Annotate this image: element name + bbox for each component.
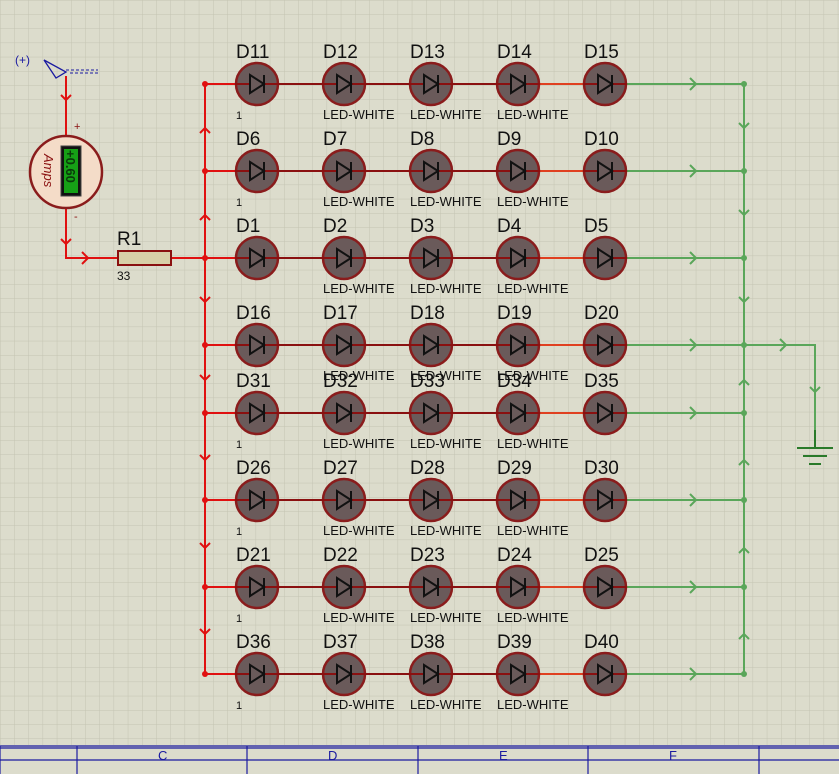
led-sublabel: LED-WHITE — [323, 610, 395, 625]
led-ref: D39 — [497, 632, 532, 653]
led-ref: D17 — [323, 303, 358, 324]
led-ref: D7 — [323, 129, 347, 150]
led-sublabel: LED-WHITE — [497, 523, 569, 538]
led-ref: D19 — [497, 303, 532, 324]
led-ref: D6 — [236, 129, 260, 150]
led-sublabel: LED-WHITE — [323, 697, 395, 712]
junction-dot — [202, 671, 208, 677]
led-ref: D4 — [497, 216, 522, 237]
ammeter-plus-label: + — [74, 121, 80, 133]
led-ref: D11 — [236, 42, 269, 63]
led-sublabel: 1 — [236, 526, 242, 538]
led-ref: D29 — [497, 458, 532, 479]
led-ref: D30 — [584, 458, 619, 479]
led-sublabel: LED-WHITE — [410, 523, 482, 538]
led-sublabel: 1 — [236, 613, 242, 625]
led-sublabel: LED-WHITE — [497, 697, 569, 712]
drawing-frame: C D E F — [0, 745, 839, 774]
junction-dot — [741, 168, 747, 174]
led-ref: D22 — [323, 545, 358, 566]
junction-dot — [202, 497, 208, 503]
ammeter-reading: +0.60 — [63, 150, 78, 183]
led-ref: D1 — [236, 216, 260, 237]
resistor-value: 33 — [117, 269, 131, 283]
led-ref: D35 — [584, 371, 619, 392]
junction-dot — [741, 410, 747, 416]
junction-dot — [202, 584, 208, 590]
led-ref: D26 — [236, 458, 271, 479]
led-sublabel: 1 — [236, 700, 242, 712]
frame-column-label: D — [328, 748, 337, 763]
led-sublabel: 1 — [236, 439, 242, 451]
junction-dot — [202, 168, 208, 174]
led-ref: D27 — [323, 458, 358, 479]
led-ref: D23 — [410, 545, 445, 566]
led-sublabel: LED-WHITE — [497, 107, 569, 122]
led-ref: D5 — [584, 216, 608, 237]
led-ref: D20 — [584, 303, 619, 324]
led-sublabel: LED-WHITE — [497, 194, 569, 209]
led-sublabel: LED-WHITE — [323, 523, 395, 538]
led-ref: D18 — [410, 303, 445, 324]
resistor-ref: R1 — [117, 229, 141, 250]
led-ref: D38 — [410, 632, 445, 653]
probe-label: (+) — [15, 53, 30, 67]
junction-dot — [202, 342, 208, 348]
junction-dot — [741, 497, 747, 503]
led-sublabel: 1 — [236, 110, 242, 122]
led-sublabel: LED-WHITE — [497, 281, 569, 296]
frame-column-label: F — [669, 748, 677, 763]
led-ref: D25 — [584, 545, 619, 566]
junction-dot — [202, 81, 208, 87]
led-sublabel: LED-WHITE — [323, 436, 395, 451]
led-ref: D40 — [584, 632, 619, 653]
led-ref: D8 — [410, 129, 434, 150]
frame-column-label: E — [499, 748, 508, 763]
junction-dot — [741, 81, 747, 87]
led-ref: D15 — [584, 42, 619, 63]
led-sublabel: LED-WHITE — [410, 436, 482, 451]
led-sublabel: 1 — [236, 197, 242, 209]
led-sublabel: LED-WHITE — [323, 281, 395, 296]
led-ref: D10 — [584, 129, 619, 150]
led-ref: D21 — [236, 545, 271, 566]
ammeter-minus-label: - — [74, 211, 78, 223]
junction-dot — [202, 255, 208, 261]
led-ref: D31 — [236, 371, 271, 392]
led-ref: D3 — [410, 216, 434, 237]
led-ref: D12 — [323, 42, 358, 63]
led-sublabel: LED-WHITE — [323, 107, 395, 122]
led-ref: D24 — [497, 545, 532, 566]
led-sublabel: LED-WHITE — [410, 610, 482, 625]
ammeter-unit-label: Amps — [41, 153, 56, 188]
led-ref: D32 — [323, 371, 358, 392]
junction-dot — [741, 584, 747, 590]
junction-dot — [741, 671, 747, 677]
frame-column-label: C — [158, 748, 167, 763]
led-ref: D16 — [236, 303, 271, 324]
resistor-body — [117, 250, 172, 266]
led-ref: D13 — [410, 42, 445, 63]
junction-dot — [741, 255, 747, 261]
junction-dot — [202, 410, 208, 416]
junction-dot — [741, 342, 747, 348]
led-sublabel: LED-WHITE — [323, 194, 395, 209]
led-ref: D14 — [497, 42, 532, 63]
led-sublabel: LED-WHITE — [410, 194, 482, 209]
led-ref: D2 — [323, 216, 347, 237]
led-ref: D37 — [323, 632, 358, 653]
led-sublabel: LED-WHITE — [410, 281, 482, 296]
led-ref: D9 — [497, 129, 521, 150]
schematic-canvas[interactable]: (+) Amps +0.60 + - R1 33 D111D12LED-WHIT… — [0, 0, 839, 774]
led-ref: D34 — [497, 371, 532, 392]
led-sublabel: LED-WHITE — [410, 107, 482, 122]
led-ref: D33 — [410, 371, 445, 392]
led-ref: D36 — [236, 632, 271, 653]
led-sublabel: LED-WHITE — [497, 610, 569, 625]
led-sublabel: LED-WHITE — [410, 697, 482, 712]
led-sublabel: LED-WHITE — [497, 436, 569, 451]
led-ref: D28 — [410, 458, 445, 479]
